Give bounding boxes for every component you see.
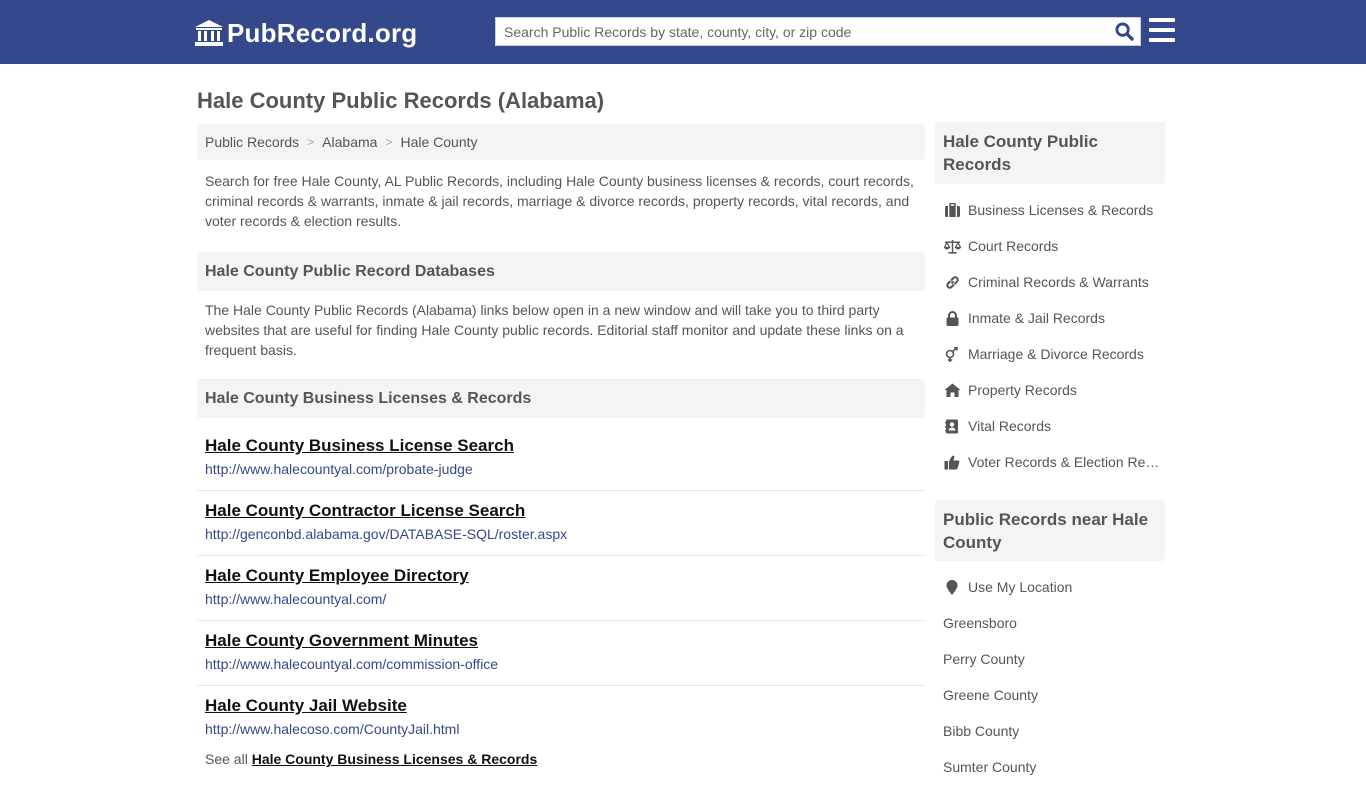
hamburger-menu-icon[interactable] — [1149, 18, 1175, 42]
near-item-sumter-county[interactable]: Sumter County — [943, 749, 1165, 785]
see-all-line: See all Hale County Business Licenses & … — [205, 751, 537, 767]
see-all-business-link[interactable]: Hale County Business Licenses & Records — [252, 751, 538, 767]
contact-book-icon — [943, 418, 961, 434]
sidebar-records-heading: Hale County Public Records — [935, 122, 1165, 184]
logo-text: PubRecord.org — [227, 17, 418, 48]
record-title-link[interactable]: Hale County Business License Search — [205, 436, 925, 456]
list-item: Hale County Government Minutes http://ww… — [197, 621, 925, 686]
page-title: Hale County Public Records (Alabama) — [197, 88, 605, 113]
intro-text: Search for free Hale County, AL Public R… — [205, 173, 914, 229]
near-item-perry-county[interactable]: Perry County — [943, 641, 1165, 677]
gender-icon — [943, 346, 961, 362]
search-bar — [495, 17, 1141, 46]
site-header: PubRecord.org — [0, 0, 1366, 64]
record-url: http://www.halecountyal.com/ — [205, 591, 387, 607]
sidebar-item-business[interactable]: Business Licenses & Records — [943, 192, 1165, 228]
sidebar-item-criminal[interactable]: Criminal Records & Warrants — [943, 264, 1165, 300]
breadcrumb-public-records[interactable]: Public Records — [205, 134, 299, 150]
record-title-link[interactable]: Hale County Employee Directory — [205, 566, 925, 586]
briefcase-icon — [943, 202, 961, 218]
record-title-link[interactable]: Hale County Jail Website — [205, 696, 925, 716]
breadcrumb-alabama[interactable]: Alabama — [322, 134, 377, 150]
record-url: http://www.halecountyal.com/commission-o… — [205, 656, 499, 672]
sidebar-item-property[interactable]: Property Records — [943, 372, 1165, 408]
search-button[interactable] — [1108, 18, 1140, 45]
sidebar-near-list: Use My Location Greensboro Perry County … — [943, 569, 1165, 785]
near-item-bibb-county[interactable]: Bibb County — [943, 713, 1165, 749]
courthouse-icon — [195, 20, 223, 46]
sidebar-near-heading: Public Records near Hale County — [935, 500, 1165, 561]
sidebar-item-marriage[interactable]: Marriage & Divorce Records — [943, 336, 1165, 372]
scales-icon — [943, 238, 961, 254]
chevron-right-icon: > — [307, 135, 315, 149]
list-item: Hale County Employee Directory http://ww… — [197, 556, 925, 621]
near-item-greene-county[interactable]: Greene County — [943, 677, 1165, 713]
sidebar-item-court[interactable]: Court Records — [943, 228, 1165, 264]
see-all-prefix: See all — [205, 751, 248, 767]
near-item-greensboro[interactable]: Greensboro — [943, 605, 1165, 641]
thumbs-up-icon — [943, 454, 961, 470]
link-icon — [943, 274, 961, 290]
business-heading: Hale County Business Licenses & Records — [197, 379, 925, 418]
record-url: http://www.halecountyal.com/probate-judg… — [205, 461, 473, 477]
chevron-right-icon: > — [385, 135, 393, 149]
record-title-link[interactable]: Hale County Government Minutes — [205, 631, 925, 651]
record-url: http://www.halecoso.com/CountyJail.html — [205, 721, 460, 737]
lock-icon — [943, 310, 961, 326]
site-logo[interactable]: PubRecord.org — [195, 17, 417, 49]
sidebar-records-list: Business Licenses & Records Court Record… — [943, 192, 1165, 480]
list-item: Hale County Business License Search http… — [197, 426, 925, 491]
breadcrumb-hale-county[interactable]: Hale County — [400, 134, 477, 150]
sidebar-item-vital[interactable]: Vital Records — [943, 408, 1165, 444]
databases-description: The Hale County Public Records (Alabama)… — [205, 302, 904, 358]
use-my-location-button[interactable]: Use My Location — [943, 569, 1165, 605]
map-pin-icon — [943, 579, 961, 595]
search-input[interactable] — [496, 18, 1108, 45]
sidebar-item-inmate[interactable]: Inmate & Jail Records — [943, 300, 1165, 336]
record-title-link[interactable]: Hale County Contractor License Search — [205, 501, 925, 521]
databases-heading: Hale County Public Record Databases — [197, 252, 925, 291]
list-item: Hale County Contractor License Search ht… — [197, 491, 925, 556]
list-item: Hale County Jail Website http://www.hale… — [197, 686, 925, 751]
breadcrumb: Public Records > Alabama > Hale County — [197, 124, 925, 160]
record-url: http://genconbd.alabama.gov/DATABASE-SQL… — [205, 526, 568, 542]
sidebar-item-voter[interactable]: Voter Records & Election Results — [943, 444, 1165, 480]
home-icon — [943, 382, 961, 398]
business-record-list: Hale County Business License Search http… — [197, 426, 925, 751]
search-icon — [1114, 22, 1134, 41]
